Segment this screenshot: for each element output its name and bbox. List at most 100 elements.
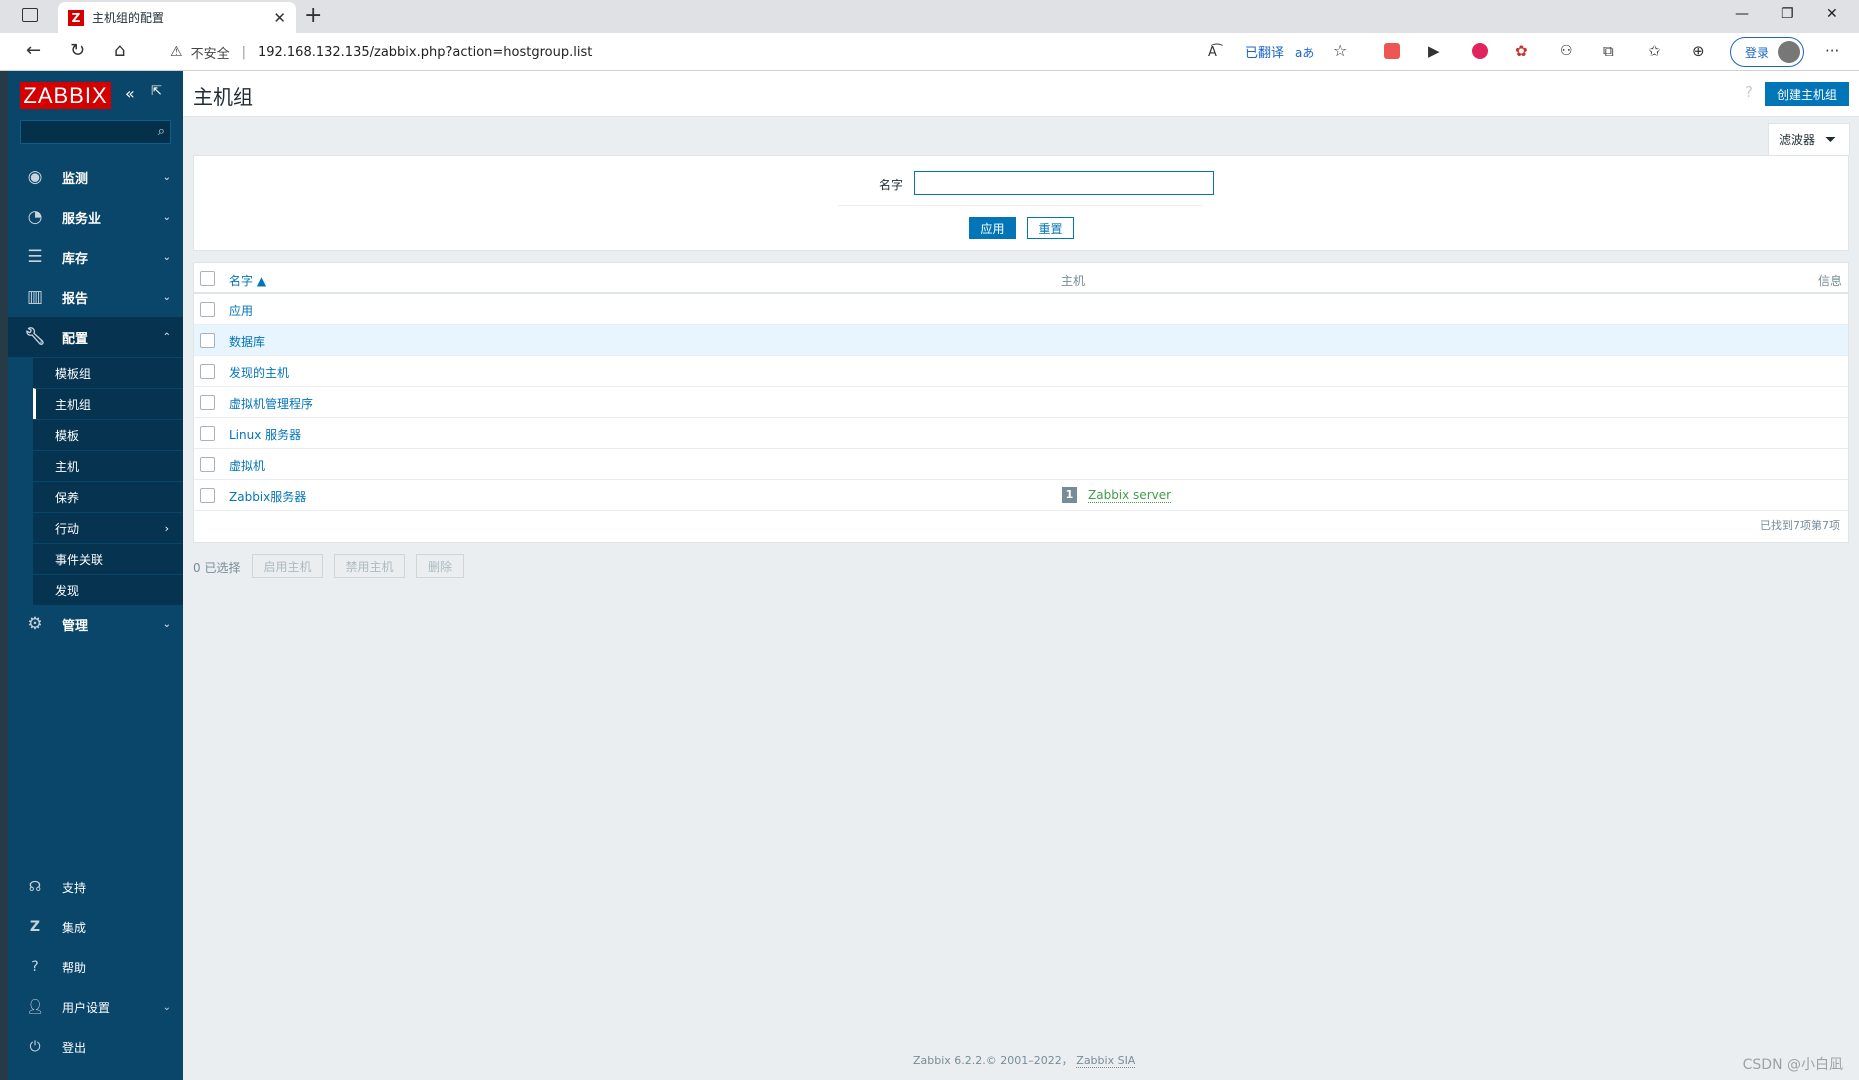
- table-row: 虚拟机: [194, 449, 1848, 480]
- sidebar: ZABBIX « ⇱ ⌕ ◉ 监测 ⌄ ◔ 服务业 ⌄ ☰ 库存 ⌄ ▥ 报告 …: [0, 71, 183, 1080]
- zabbix-logo[interactable]: ZABBIX: [20, 82, 111, 109]
- gear-icon: ⚙: [27, 614, 43, 634]
- close-tab-icon[interactable]: ✕: [273, 9, 286, 27]
- translate-icon[interactable]: aあ: [1295, 43, 1314, 63]
- submenu-maintenance[interactable]: 保养: [33, 481, 183, 512]
- host-link[interactable]: Zabbix server: [1088, 488, 1172, 503]
- apply-button[interactable]: 应用: [969, 217, 1016, 239]
- more-icon[interactable]: ···: [1825, 41, 1839, 61]
- host-group-link[interactable]: 虚拟机管理程序: [229, 395, 313, 412]
- user-icon: 👤︎: [26, 999, 44, 1015]
- submenu-template-groups[interactable]: 模板组: [33, 357, 183, 388]
- host-group-link[interactable]: Linux 服务器: [229, 426, 301, 443]
- play-extension-icon[interactable]: ▶: [1428, 41, 1440, 61]
- row-checkbox[interactable]: [200, 302, 215, 317]
- table-row: 数据库: [194, 325, 1848, 356]
- browser-tab[interactable]: Z 主机组的配置 ✕: [58, 2, 296, 33]
- page-header: 主机组 ? 创建主机组: [183, 71, 1859, 117]
- refresh-icon[interactable]: ↻: [70, 41, 85, 61]
- table-row: Linux 服务器: [194, 418, 1848, 449]
- menu-inventory[interactable]: ☰ 库存 ⌄: [8, 237, 183, 277]
- table-row: 发现的主机: [194, 356, 1848, 387]
- chevron-right-icon: ›: [164, 521, 169, 535]
- hide-sidebar-icon[interactable]: ⇱: [151, 84, 162, 99]
- menu-reports[interactable]: ▥ 报告 ⌄: [8, 277, 183, 317]
- row-checkbox[interactable]: [200, 364, 215, 379]
- extension-red-icon[interactable]: [1384, 43, 1400, 59]
- collapse-sidebar-icon[interactable]: «: [125, 84, 135, 103]
- extension-pink-icon[interactable]: [1472, 43, 1488, 59]
- create-host-group-button[interactable]: 创建主机组: [1765, 82, 1849, 106]
- back-icon[interactable]: ←: [26, 41, 41, 61]
- table-header: 名字 ▲ 主机 信息: [194, 263, 1848, 294]
- menu-integrations[interactable]: Z 集成: [8, 907, 183, 947]
- tab-actions-icon[interactable]: [22, 8, 38, 22]
- favorite-add-icon[interactable]: ☆: [1333, 41, 1347, 61]
- chevron-down-icon: ⌄: [162, 1001, 171, 1013]
- table-row: Zabbix服务器 1 Zabbix server: [194, 480, 1848, 511]
- enable-hosts-button[interactable]: 启用主机: [252, 554, 323, 578]
- host-group-link[interactable]: 数据库: [229, 333, 265, 350]
- host-group-link[interactable]: 虚拟机: [229, 457, 265, 474]
- extension-flower-icon[interactable]: ✿: [1515, 41, 1528, 61]
- translated-label[interactable]: 已翻译: [1245, 42, 1284, 61]
- submenu-actions[interactable]: 行动 ›: [33, 512, 183, 543]
- menu-monitoring[interactable]: ◉ 监测 ⌄: [8, 157, 183, 197]
- menu-administration[interactable]: ⚙ 管理 ⌄: [8, 604, 183, 644]
- host-group-link[interactable]: Zabbix服务器: [229, 488, 306, 505]
- row-checkbox[interactable]: [200, 395, 215, 410]
- menu-configuration[interactable]: 🔧︎ 配置 ⌃: [8, 317, 183, 357]
- select-all-checkbox[interactable]: [200, 271, 215, 286]
- submenu-label: 保养: [55, 490, 80, 505]
- menu-support[interactable]: ☊ 支持: [8, 867, 183, 907]
- submenu-event-correlation[interactable]: 事件关联: [33, 543, 183, 574]
- host-group-link[interactable]: 应用: [229, 302, 253, 319]
- submenu-discovery[interactable]: 发现: [33, 574, 183, 605]
- menu-label: 监测: [62, 171, 89, 187]
- submenu-label: 事件关联: [55, 552, 104, 567]
- menu-services[interactable]: ◔ 服务业 ⌄: [8, 197, 183, 237]
- menu-user-settings[interactable]: 👤︎ 用户设置 ⌄: [8, 987, 183, 1027]
- url-text[interactable]: 192.168.132.135/zabbix.php?action=hostgr…: [258, 45, 592, 60]
- url-box[interactable]: ⚠ 不安全 | 192.168.132.135/zabbix.php?actio…: [152, 37, 1365, 67]
- submenu-host-groups[interactable]: 主机组: [33, 388, 183, 419]
- host-group-link[interactable]: 发现的主机: [229, 364, 289, 381]
- menu-label: 服务业: [62, 211, 102, 227]
- row-checkbox[interactable]: [200, 457, 215, 472]
- footer-company-link[interactable]: Zabbix SIA: [1076, 1054, 1136, 1068]
- row-checkbox[interactable]: [200, 333, 215, 348]
- delete-button[interactable]: 删除: [416, 554, 464, 578]
- new-tab-icon[interactable]: +: [304, 4, 322, 28]
- collections-icon[interactable]: ⊕: [1692, 41, 1705, 61]
- submenu-hosts[interactable]: 主机: [33, 450, 183, 481]
- sidebar-search-input[interactable]: ⌕: [20, 120, 171, 144]
- search-icon[interactable]: ⌕: [158, 124, 165, 139]
- login-button[interactable]: 登录: [1730, 37, 1804, 67]
- row-checkbox[interactable]: [200, 426, 215, 441]
- reset-button[interactable]: 重置: [1027, 217, 1074, 239]
- menu-label: 报告: [62, 291, 89, 307]
- read-aloud-icon[interactable]: A͡: [1208, 43, 1217, 63]
- filter-name-input[interactable]: [914, 171, 1214, 195]
- chevron-down-icon: ⌄: [162, 171, 171, 183]
- restore-icon[interactable]: ❐: [1781, 6, 1794, 22]
- warning-icon[interactable]: ⚠: [170, 44, 183, 60]
- submenu-templates[interactable]: 模板: [33, 419, 183, 450]
- filter-tab[interactable]: 滤波器 ⏷: [1768, 123, 1850, 155]
- home-icon[interactable]: ⌂: [114, 41, 125, 61]
- submenu-label: 发现: [55, 583, 80, 598]
- menu-label: 配置: [62, 331, 89, 347]
- menu-sign-out[interactable]: ⏻ 登出: [8, 1027, 183, 1067]
- minimize-icon[interactable]: —: [1735, 6, 1749, 22]
- insecure-label[interactable]: 不安全: [191, 43, 230, 62]
- favorites-icon[interactable]: ✩: [1648, 41, 1661, 61]
- column-name-header[interactable]: 名字 ▲: [229, 272, 266, 289]
- disable-hosts-button[interactable]: 禁用主机: [334, 554, 405, 578]
- row-checkbox[interactable]: [200, 488, 215, 503]
- extensions-icon[interactable]: ⧉: [1603, 41, 1614, 61]
- menu-help[interactable]: ? 帮助: [8, 947, 183, 987]
- extension-dots-icon[interactable]: ⚇: [1560, 41, 1573, 61]
- help-icon: ?: [31, 959, 39, 975]
- help-icon[interactable]: ?: [1745, 83, 1753, 101]
- close-window-icon[interactable]: ✕: [1826, 6, 1838, 22]
